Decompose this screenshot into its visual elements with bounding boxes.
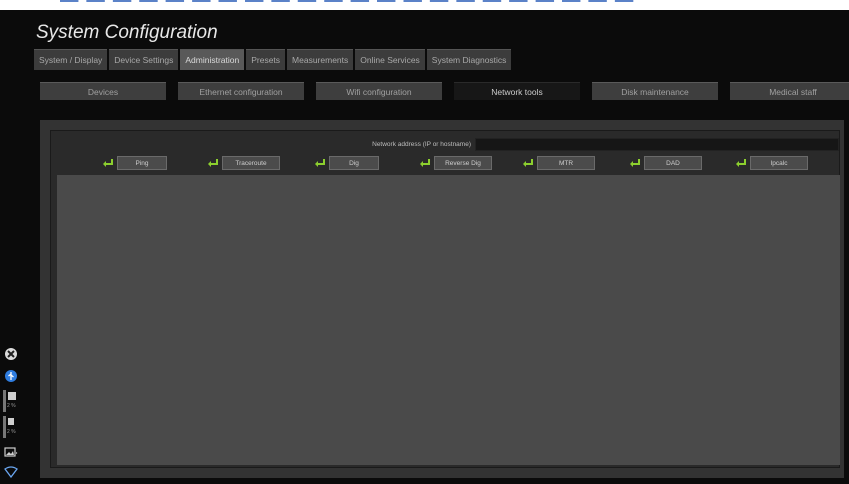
mtr-button[interactable]: MTR (520, 156, 595, 170)
dad-button[interactable]: DAD (627, 156, 702, 170)
subtab-network-tools[interactable]: Network tools (454, 82, 580, 100)
enter-icon (100, 156, 116, 170)
main-tab-bar: System / Display Device Settings Adminis… (34, 49, 512, 70)
tab-administration[interactable]: Administration (180, 49, 245, 70)
tab-system-display[interactable]: System / Display (34, 49, 108, 70)
traceroute-button[interactable]: Traceroute (205, 156, 280, 170)
enter-icon (733, 156, 749, 170)
network-address-label: Network address (IP or hostname) (372, 141, 471, 148)
subtab-devices[interactable]: Devices (40, 82, 166, 100)
meter-bar (3, 390, 6, 412)
tool-output-area[interactable] (57, 175, 840, 465)
dig-button-label: Dig (329, 156, 379, 170)
usb-icon[interactable] (3, 368, 19, 384)
volume-meter: 2 % (3, 416, 19, 438)
volume-meter-value: 2 % (7, 429, 16, 435)
image-icon[interactable] (3, 444, 19, 460)
subtab-medical-staff[interactable]: Medical staff (730, 82, 849, 100)
meter-bar (3, 416, 6, 438)
printer-meter-value: 2 % (7, 403, 16, 409)
mtr-button-label: MTR (537, 156, 595, 170)
close-circle-icon[interactable] (3, 346, 19, 362)
dad-button-label: DAD (644, 156, 702, 170)
sub-tab-bar: Devices Ethernet configuration Wifi conf… (40, 82, 849, 100)
wifi-icon[interactable] (3, 464, 19, 480)
enter-icon (520, 156, 536, 170)
ipcalc-button-label: Ipcalc (750, 156, 808, 170)
traceroute-button-label: Traceroute (222, 156, 280, 170)
ping-button-label: Ping (117, 156, 167, 170)
subtab-disk-maintenance[interactable]: Disk maintenance (592, 82, 718, 100)
printer-icon (8, 392, 16, 400)
tab-presets[interactable]: Presets (246, 49, 286, 70)
enter-icon (627, 156, 643, 170)
partial-header-strip: ▀▀▀▀▀▀▀▀▀▀▀▀▀▀▀▀▀▀▀▀▀▀ (60, 0, 760, 10)
header-graphic: ▀▀▀▀▀▀▀▀▀▀▀▀▀▀▀▀▀▀▀▀▀▀ (60, 0, 641, 10)
printer-meter: 2 % (3, 390, 19, 412)
reverse-dig-button-label: Reverse Dig (434, 156, 492, 170)
tab-system-diagnostics[interactable]: System Diagnostics (426, 49, 512, 70)
tab-measurements[interactable]: Measurements (287, 49, 354, 70)
enter-icon (312, 156, 328, 170)
enter-icon (205, 156, 221, 170)
subtab-wifi-configuration[interactable]: Wifi configuration (316, 82, 442, 100)
network-address-input[interactable] (475, 138, 839, 151)
speaker-icon (8, 418, 14, 425)
ping-button[interactable]: Ping (100, 156, 167, 170)
ipcalc-button[interactable]: Ipcalc (733, 156, 808, 170)
enter-icon (417, 156, 433, 170)
dig-button[interactable]: Dig (312, 156, 379, 170)
app-title: System Configuration (36, 22, 218, 43)
tab-online-services[interactable]: Online Services (355, 49, 425, 70)
subtab-ethernet-configuration[interactable]: Ethernet configuration (178, 82, 304, 100)
reverse-dig-button[interactable]: Reverse Dig (417, 156, 492, 170)
tab-device-settings[interactable]: Device Settings (109, 49, 179, 70)
